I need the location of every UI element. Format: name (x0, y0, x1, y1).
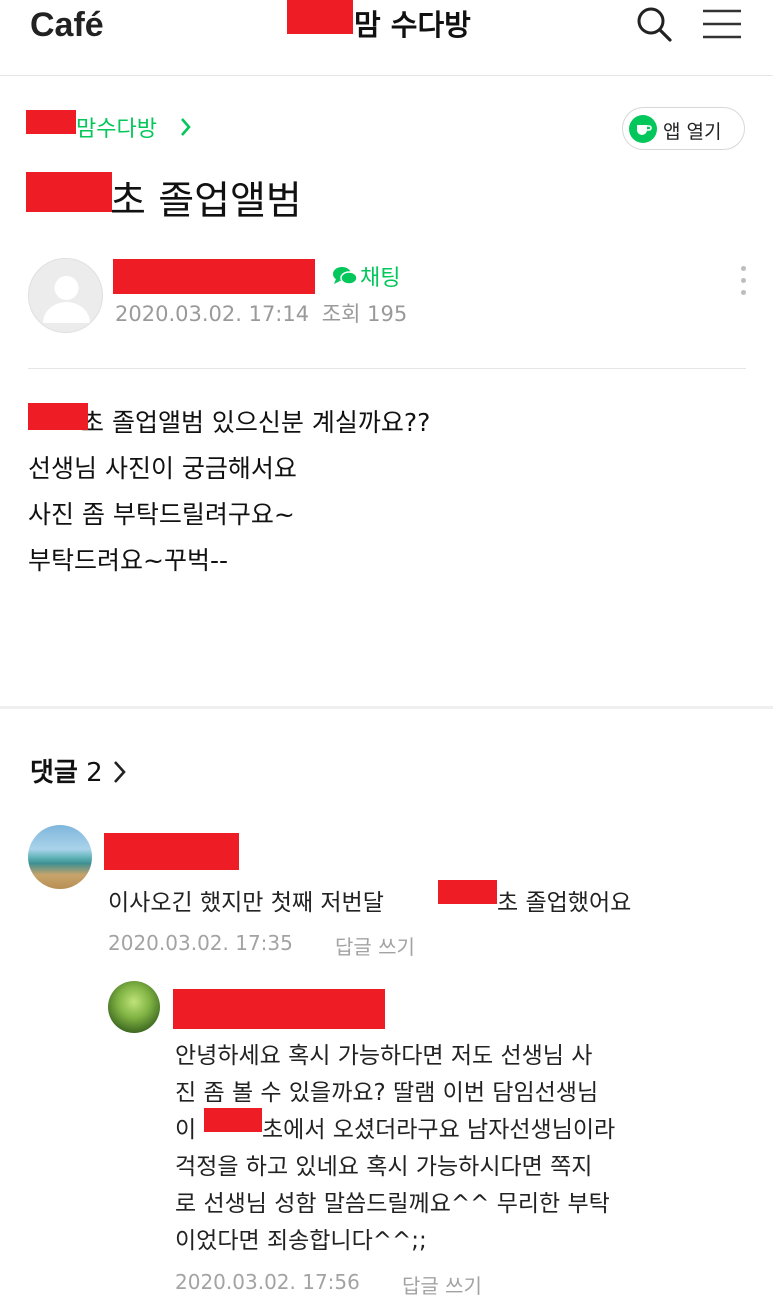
post-body-line: 사진 좀 부탁드릴려구요~ (28, 500, 295, 529)
menu-icon (703, 9, 741, 39)
commenter-avatar[interactable] (28, 825, 92, 889)
top-bar: Café 맘 수다방 (0, 0, 773, 76)
chat-label: 채팅 (360, 266, 401, 291)
reply-button[interactable]: 답글 쓰기 (335, 931, 415, 960)
redaction-post-title (26, 172, 112, 212)
chevron-right-icon (113, 761, 126, 783)
chevron-right-icon (181, 118, 191, 136)
menu-button[interactable] (702, 4, 742, 44)
post-body-line: 선생님 사진이 궁금해서요 (28, 454, 297, 483)
cafe-title-label: 맘 수다방 (354, 8, 471, 42)
redaction-comment-school (204, 1108, 262, 1132)
section-divider (0, 706, 773, 709)
comment-text-line: 초에서 오셨더라구요 남자선생님이라 (262, 1117, 616, 1143)
open-app-button[interactable]: 앱 열기 (622, 107, 745, 150)
redaction-breadcrumb (26, 110, 76, 134)
post-date: 2020.03.02. 17:14 (115, 302, 310, 326)
more-options-button[interactable] (735, 266, 751, 300)
redaction-commenter-name (104, 833, 239, 870)
comment-text: 이사오긴 했지만 첫째 저번달 (108, 890, 384, 916)
comment-date: 2020.03.02. 17:35 (108, 931, 293, 955)
breadcrumb-label: 맘수다방 (76, 117, 157, 142)
open-app-label: 앱 열기 (663, 121, 722, 143)
post-body-line: 부탁드려요~꾸벅-- (28, 546, 228, 575)
reply-button[interactable]: 답글 쓰기 (402, 1270, 482, 1299)
comment-text-line: 안녕하세요 혹시 가능하다면 저도 선생님 사 (175, 1043, 593, 1069)
post-title-text: 초 졸업앨범 (110, 179, 302, 224)
chat-bubble-icon (333, 267, 358, 285)
redaction-comment-school (438, 880, 497, 904)
comment-text-line: 진 좀 볼 수 있을까요? 딸램 이번 담임선생님 (175, 1080, 599, 1106)
comment-text-line: 이 (175, 1117, 197, 1143)
comment-text-cont: 초 졸업했어요 (497, 890, 632, 916)
views-count: 195 (367, 302, 408, 326)
comments-header[interactable]: 댓글 2 (30, 752, 127, 789)
commenter-avatar[interactable] (108, 981, 160, 1033)
default-avatar-icon (43, 276, 90, 323)
comment-text-line: 이었다면 죄송합니다^^;; (175, 1228, 427, 1254)
redaction-commenter-name (173, 989, 385, 1029)
comment-date: 2020.03.02. 17:56 (175, 1270, 360, 1294)
more-vertical-icon (735, 266, 751, 295)
redaction-body-school (28, 403, 88, 430)
cafe-logo[interactable]: Café (30, 6, 104, 45)
divider (28, 368, 746, 369)
coffee-cup-icon (629, 115, 657, 143)
author-avatar[interactable] (28, 258, 103, 333)
comments-count: 2 (86, 758, 103, 788)
views-label: 조회 (321, 302, 361, 326)
post-meta: 2020.03.02. 17:14 조회 195 (115, 298, 407, 328)
comment-text-line: 걱정을 하고 있네요 혹시 가능하시다면 쪽지 (175, 1154, 593, 1180)
redaction-cafe-title (287, 0, 353, 34)
search-icon (637, 7, 672, 42)
search-button[interactable] (634, 4, 674, 44)
comment-text-line: 로 선생님 성함 말씀드릴께요^^ 무리한 부탁 (175, 1191, 610, 1217)
redaction-author-name (113, 259, 315, 294)
comments-label: 댓글 (30, 758, 78, 788)
